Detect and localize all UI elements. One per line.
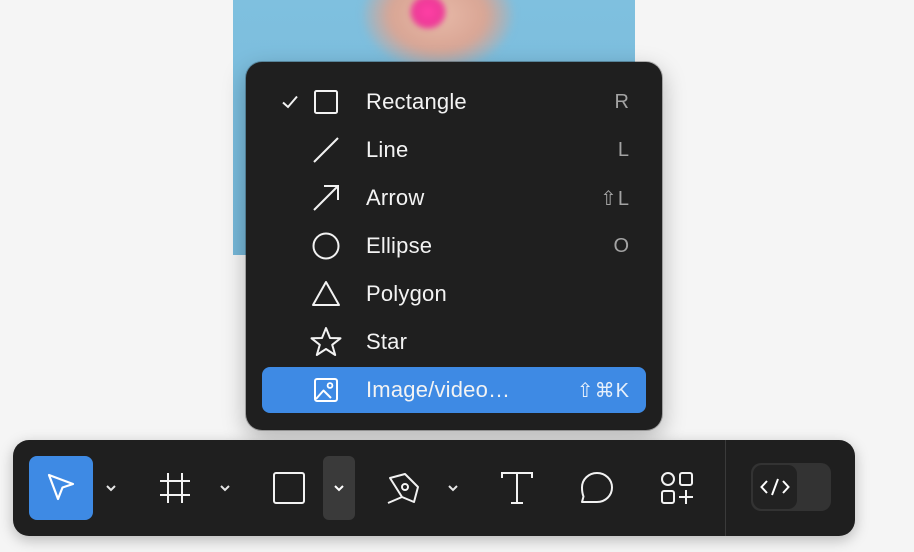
rectangle-icon — [271, 470, 307, 506]
dev-mode-knob — [753, 465, 797, 509]
actions-tool-button[interactable] — [645, 456, 709, 520]
menu-item-ellipse[interactable]: Ellipse O — [262, 222, 646, 270]
menu-item-shortcut: R — [614, 90, 630, 113]
menu-item-label: Image/video… — [366, 377, 511, 402]
ellipse-icon — [309, 229, 343, 263]
checkmark-icon — [280, 92, 300, 112]
menu-item-shortcut: O — [613, 234, 630, 257]
menu-item-shortcut: ⇧⌘K — [576, 379, 630, 402]
pen-tool-button[interactable] — [371, 456, 435, 520]
shape-tool-caret[interactable] — [323, 456, 355, 520]
shape-tool-button[interactable] — [257, 456, 321, 520]
chevron-down-icon — [446, 483, 460, 493]
menu-item-line[interactable]: Line L — [262, 126, 646, 174]
polygon-icon — [309, 277, 343, 311]
rectangle-icon — [309, 85, 343, 119]
pen-icon — [385, 470, 421, 506]
frame-tool-button[interactable] — [143, 456, 207, 520]
menu-item-star[interactable]: Star — [262, 318, 646, 366]
text-icon — [499, 470, 535, 506]
menu-item-label: Line — [366, 137, 409, 162]
star-icon — [309, 325, 343, 359]
move-tool-caret[interactable] — [95, 456, 127, 520]
move-cursor-icon — [44, 471, 78, 505]
pen-tool-caret[interactable] — [437, 456, 469, 520]
bottom-toolbar — [13, 440, 855, 536]
line-icon — [309, 133, 343, 167]
menu-item-rectangle[interactable]: Rectangle R — [262, 78, 646, 126]
menu-item-image-video[interactable]: Image/video… ⇧⌘K — [262, 367, 646, 413]
shapes-plus-icon — [659, 470, 695, 506]
menu-item-label: Star — [366, 329, 408, 354]
chevron-down-icon — [104, 483, 118, 493]
menu-item-shortcut: ⇧L — [600, 187, 630, 210]
move-tool-button[interactable] — [29, 456, 93, 520]
menu-item-arrow[interactable]: Arrow ⇧L — [262, 174, 646, 222]
dev-mode-toggle[interactable] — [751, 463, 831, 511]
image-icon — [309, 373, 343, 407]
text-tool-button[interactable] — [485, 456, 549, 520]
chevron-down-icon — [218, 483, 232, 493]
menu-item-label: Polygon — [366, 281, 447, 306]
menu-item-label: Rectangle — [366, 89, 467, 114]
arrow-icon — [309, 181, 343, 215]
menu-item-shortcut: L — [617, 138, 630, 161]
comment-tool-button[interactable] — [565, 456, 629, 520]
frame-icon — [157, 470, 193, 506]
comment-icon — [579, 470, 615, 506]
chevron-down-icon — [332, 483, 346, 493]
code-icon — [759, 476, 791, 498]
menu-item-label: Arrow — [366, 185, 425, 210]
shape-tools-menu: Rectangle R Line L Arrow ⇧L Ellipse O Po… — [246, 62, 662, 430]
menu-item-label: Ellipse — [366, 233, 433, 258]
frame-tool-caret[interactable] — [209, 456, 241, 520]
toolbar-divider — [725, 440, 726, 536]
menu-item-polygon[interactable]: Polygon — [262, 270, 646, 318]
